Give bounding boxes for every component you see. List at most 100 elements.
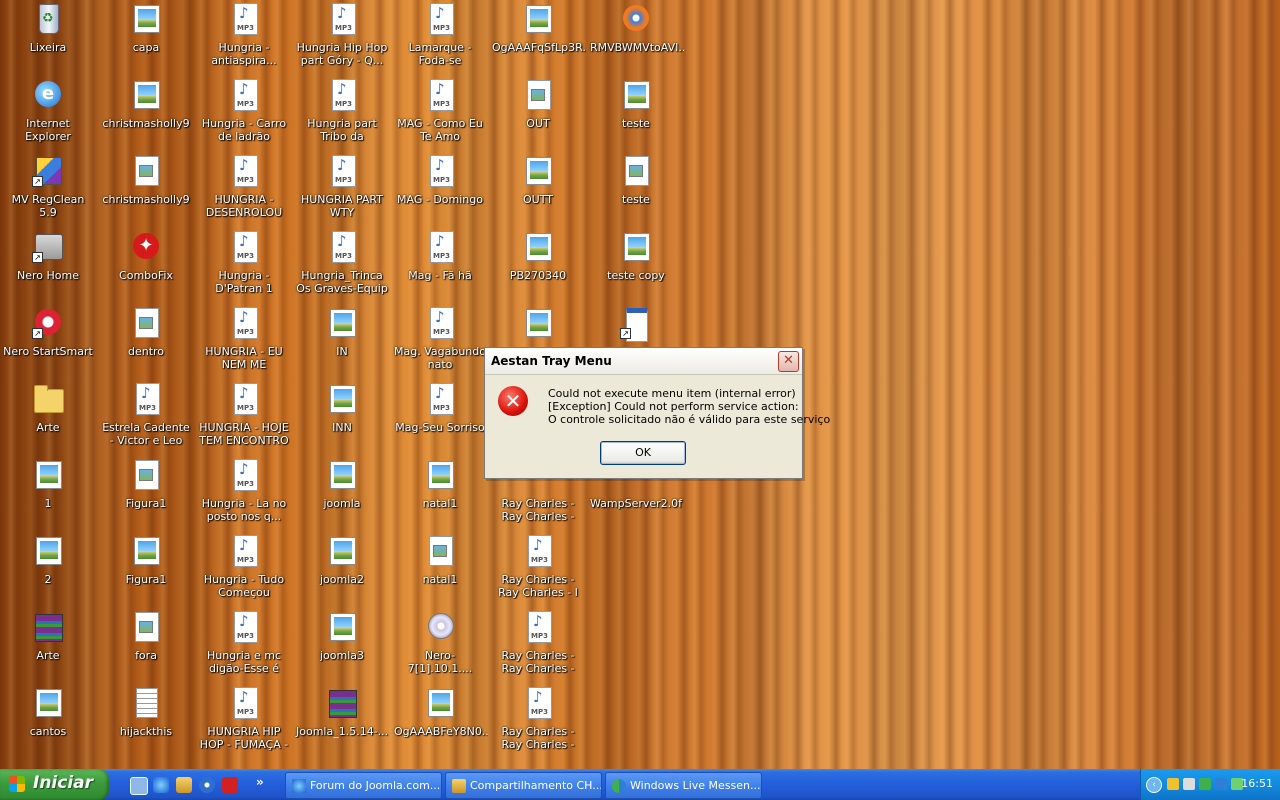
clock: 16:51 xyxy=(1241,777,1273,790)
desktop-icon-label: Mag - Fã hã xyxy=(408,269,472,282)
task-forum-joomla[interactable]: Forum do Joomla.com... xyxy=(285,772,442,799)
mp3-file-icon: ♪ MP3 xyxy=(228,459,260,491)
desktop-icon[interactable]: natal1 xyxy=(392,456,488,532)
desktop-icon-label: Arte xyxy=(36,421,60,434)
desktop-icon[interactable]: ♪ MP3 Mag. Vagabundo nato xyxy=(392,304,488,380)
desktop-icon[interactable]: ♪MP3 HUNGRIA HIP HOP - FUMAÇA - NO... xyxy=(196,684,292,760)
pdf-reader-icon[interactable] xyxy=(222,777,238,793)
recycle-bin-icon xyxy=(32,3,64,35)
mp3-file-icon: ♪ MP3 xyxy=(424,3,456,35)
desktop-icon[interactable]: Figura1 xyxy=(98,456,194,532)
internet-explorer-icon[interactable] xyxy=(153,777,169,793)
desktop-icon[interactable]: Figura1 xyxy=(98,532,194,608)
desktop-icon-label: Ray Charles - Ray Charles - What'... xyxy=(501,725,575,751)
desktop-icon[interactable]: ♪ MP3 HUNGRIA - HOJE TEM ENCONTRO xyxy=(196,380,292,456)
desktop-icon-label: Hungria - D'Patran 1 xyxy=(215,269,273,295)
desktop-icon[interactable]: joomla3 xyxy=(294,608,390,684)
desktop-icon[interactable]: ♪ MP3 Hungria - antiaspira... xyxy=(196,0,292,76)
application-shortcut-icon: ↗ xyxy=(620,307,652,342)
desktop-icon[interactable]: fora xyxy=(98,608,194,684)
desktop-icon[interactable]: ♪MP3 Ray Charles - Ray Charles - What'... xyxy=(490,684,586,760)
desktop-icon[interactable]: ♪MP3 Hungria part Tribo da periferia - Q.… xyxy=(294,76,390,152)
desktop-icon[interactable]: ♪ MP3 Hungria - La no posto nos q... xyxy=(196,456,292,532)
image-file-icon xyxy=(130,3,162,35)
desktop-icon[interactable]: Lixeira xyxy=(0,0,96,76)
nero-startsmart-icon: ↗ xyxy=(32,307,64,339)
desktop-icon[interactable]: ♪MP3 Ray Charles - Ray Charles - Mess ... xyxy=(490,608,586,684)
desktop-icon[interactable]: PB270340 xyxy=(490,228,586,304)
desktop-icon[interactable]: ♪MP3 HUNGRIA - EU NEM ME ESTRESSO xyxy=(196,304,292,380)
desktop-icon[interactable]: ♪ MP3 Estrela Cadente - Victor e Leo xyxy=(98,380,194,456)
desktop-icon[interactable]: IN xyxy=(294,304,390,380)
image-file-icon xyxy=(32,459,64,491)
nero-home-icon: ↗ xyxy=(32,231,64,263)
tray-expand-icon[interactable]: ‹ xyxy=(1146,777,1162,793)
desktop-icon-label: Lamarque - Foda-se HUNGRIA xyxy=(408,41,472,67)
desktop-icon[interactable]: ♪MP3 Hungria e mc digão-Esse é m... xyxy=(196,608,292,684)
image-file-icon xyxy=(130,79,162,111)
show-desktop-icon[interactable] xyxy=(130,777,148,795)
ok-button[interactable]: OK xyxy=(600,441,686,465)
desktop-icon[interactable]: ↗ Nero Home xyxy=(0,228,96,304)
desktop-icon[interactable]: christmasholly9 xyxy=(98,152,194,228)
desktop-icon-label: MAG - Como Eu Te Amo xyxy=(397,117,483,143)
desktop-icon[interactable]: cantos xyxy=(0,684,96,760)
quicklaunch-more-icon[interactable]: » xyxy=(256,775,264,789)
desktop-icon[interactable]: ♪ MP3 MAG - Como Eu Te Amo xyxy=(392,76,488,152)
tray-network-icon[interactable] xyxy=(1183,778,1195,790)
tray-weather-icon[interactable] xyxy=(1167,778,1179,790)
desktop-icon[interactable]: Arte xyxy=(0,608,96,684)
desktop-icon[interactable]: joomla xyxy=(294,456,390,532)
desktop-icon[interactable]: OUTT xyxy=(490,152,586,228)
desktop-icon[interactable]: teste copy xyxy=(588,228,684,304)
desktop-icon[interactable]: dentro xyxy=(98,304,194,380)
folder-icon[interactable] xyxy=(176,777,192,793)
desktop-icon[interactable]: ♪ MP3 Mag-Seu Sorriso xyxy=(392,380,488,456)
desktop-icon[interactable]: 2 xyxy=(0,532,96,608)
desktop-icon[interactable]: ♪MP3 HUNGRIA PART WTY MOLEQUE... xyxy=(294,152,390,228)
desktop-icon[interactable]: ♪ MP3 Hungria - Carro de ladrão xyxy=(196,76,292,152)
image-file-icon xyxy=(522,3,554,35)
desktop-icon[interactable]: teste xyxy=(588,152,684,228)
desktop-icon[interactable]: ↗ Nero StartSmart xyxy=(0,304,96,380)
image-file-icon xyxy=(522,231,554,263)
task-windows-live-messenger[interactable]: Windows Live Messen... xyxy=(605,772,762,799)
picture-document-icon xyxy=(424,535,456,567)
desktop-icon[interactable]: ♪ MP3 Hungria Hip Hop part Góry - Q... xyxy=(294,0,390,76)
desktop-icon[interactable]: ♪MP3 Hungria_Trinca Os Graves-Equip bic..… xyxy=(294,228,390,304)
desktop-icon[interactable]: teste xyxy=(588,76,684,152)
desktop-icon[interactable]: OgAAAFqSfLp3R... xyxy=(490,0,586,76)
desktop-icon[interactable]: ↗ MV RegClean 5.9 xyxy=(0,152,96,228)
desktop-icon[interactable]: christmasholly9 xyxy=(98,76,194,152)
desktop-icon[interactable]: OUT xyxy=(490,76,586,152)
desktop-icon[interactable]: ♪ MP3 MAG - Domingo xyxy=(392,152,488,228)
desktop-icon[interactable]: Nero-7[1].10.1.... xyxy=(392,608,488,684)
desktop-icon[interactable]: ♪ MP3 Mag - Fã hã xyxy=(392,228,488,304)
desktop-icon[interactable]: Joomla_1.5.14-... xyxy=(294,684,390,760)
task-compartilhamento[interactable]: Compartilhamento CH... xyxy=(445,772,602,799)
dialog-close-button[interactable]: ✕ xyxy=(778,351,799,372)
desktop-icon[interactable]: OgAAABFeY8N0... xyxy=(392,684,488,760)
desktop-icon[interactable]: hijackthis xyxy=(98,684,194,760)
desktop-icon[interactable]: ♪MP3 Ray Charles - Ray Charles - I Can ..… xyxy=(490,532,586,608)
desktop-icon[interactable]: ♪MP3 Lamarque - Foda-se HUNGRIA xyxy=(392,0,488,76)
desktop-icon[interactable]: ♪ MP3 Hungria - Tudo Começou xyxy=(196,532,292,608)
rar-archive-icon xyxy=(32,611,64,643)
desktop-icon[interactable]: natal1 xyxy=(392,532,488,608)
start-button[interactable]: Iniciar xyxy=(0,769,109,800)
tray-messenger-icon[interactable] xyxy=(1215,778,1227,790)
desktop-icon[interactable]: RMVBWMVtoAVI... xyxy=(588,0,684,76)
desktop-icon[interactable]: INN xyxy=(294,380,390,456)
desktop-icon[interactable]: ♪ MP3 HUNGRIA - DESENROLOU xyxy=(196,152,292,228)
desktop-icon[interactable]: Arte xyxy=(0,380,96,456)
desktop-icon[interactable]: joomla2 xyxy=(294,532,390,608)
dialog-titlebar[interactable]: Aestan Tray Menu ✕ xyxy=(485,348,802,375)
desktop-icon[interactable]: capa xyxy=(98,0,194,76)
desktop-icon[interactable]: 1 xyxy=(0,456,96,532)
tray-shield-icon[interactable] xyxy=(1199,778,1211,790)
media-player-icon[interactable] xyxy=(199,777,215,793)
desktop-icon-label: capa xyxy=(132,41,160,54)
desktop-icon[interactable]: ♪ MP3 Hungria - D'Patran 1 xyxy=(196,228,292,304)
desktop-icon[interactable]: e Internet Explorer xyxy=(0,76,96,152)
desktop-icon[interactable]: ✦ ComboFix xyxy=(98,228,194,304)
